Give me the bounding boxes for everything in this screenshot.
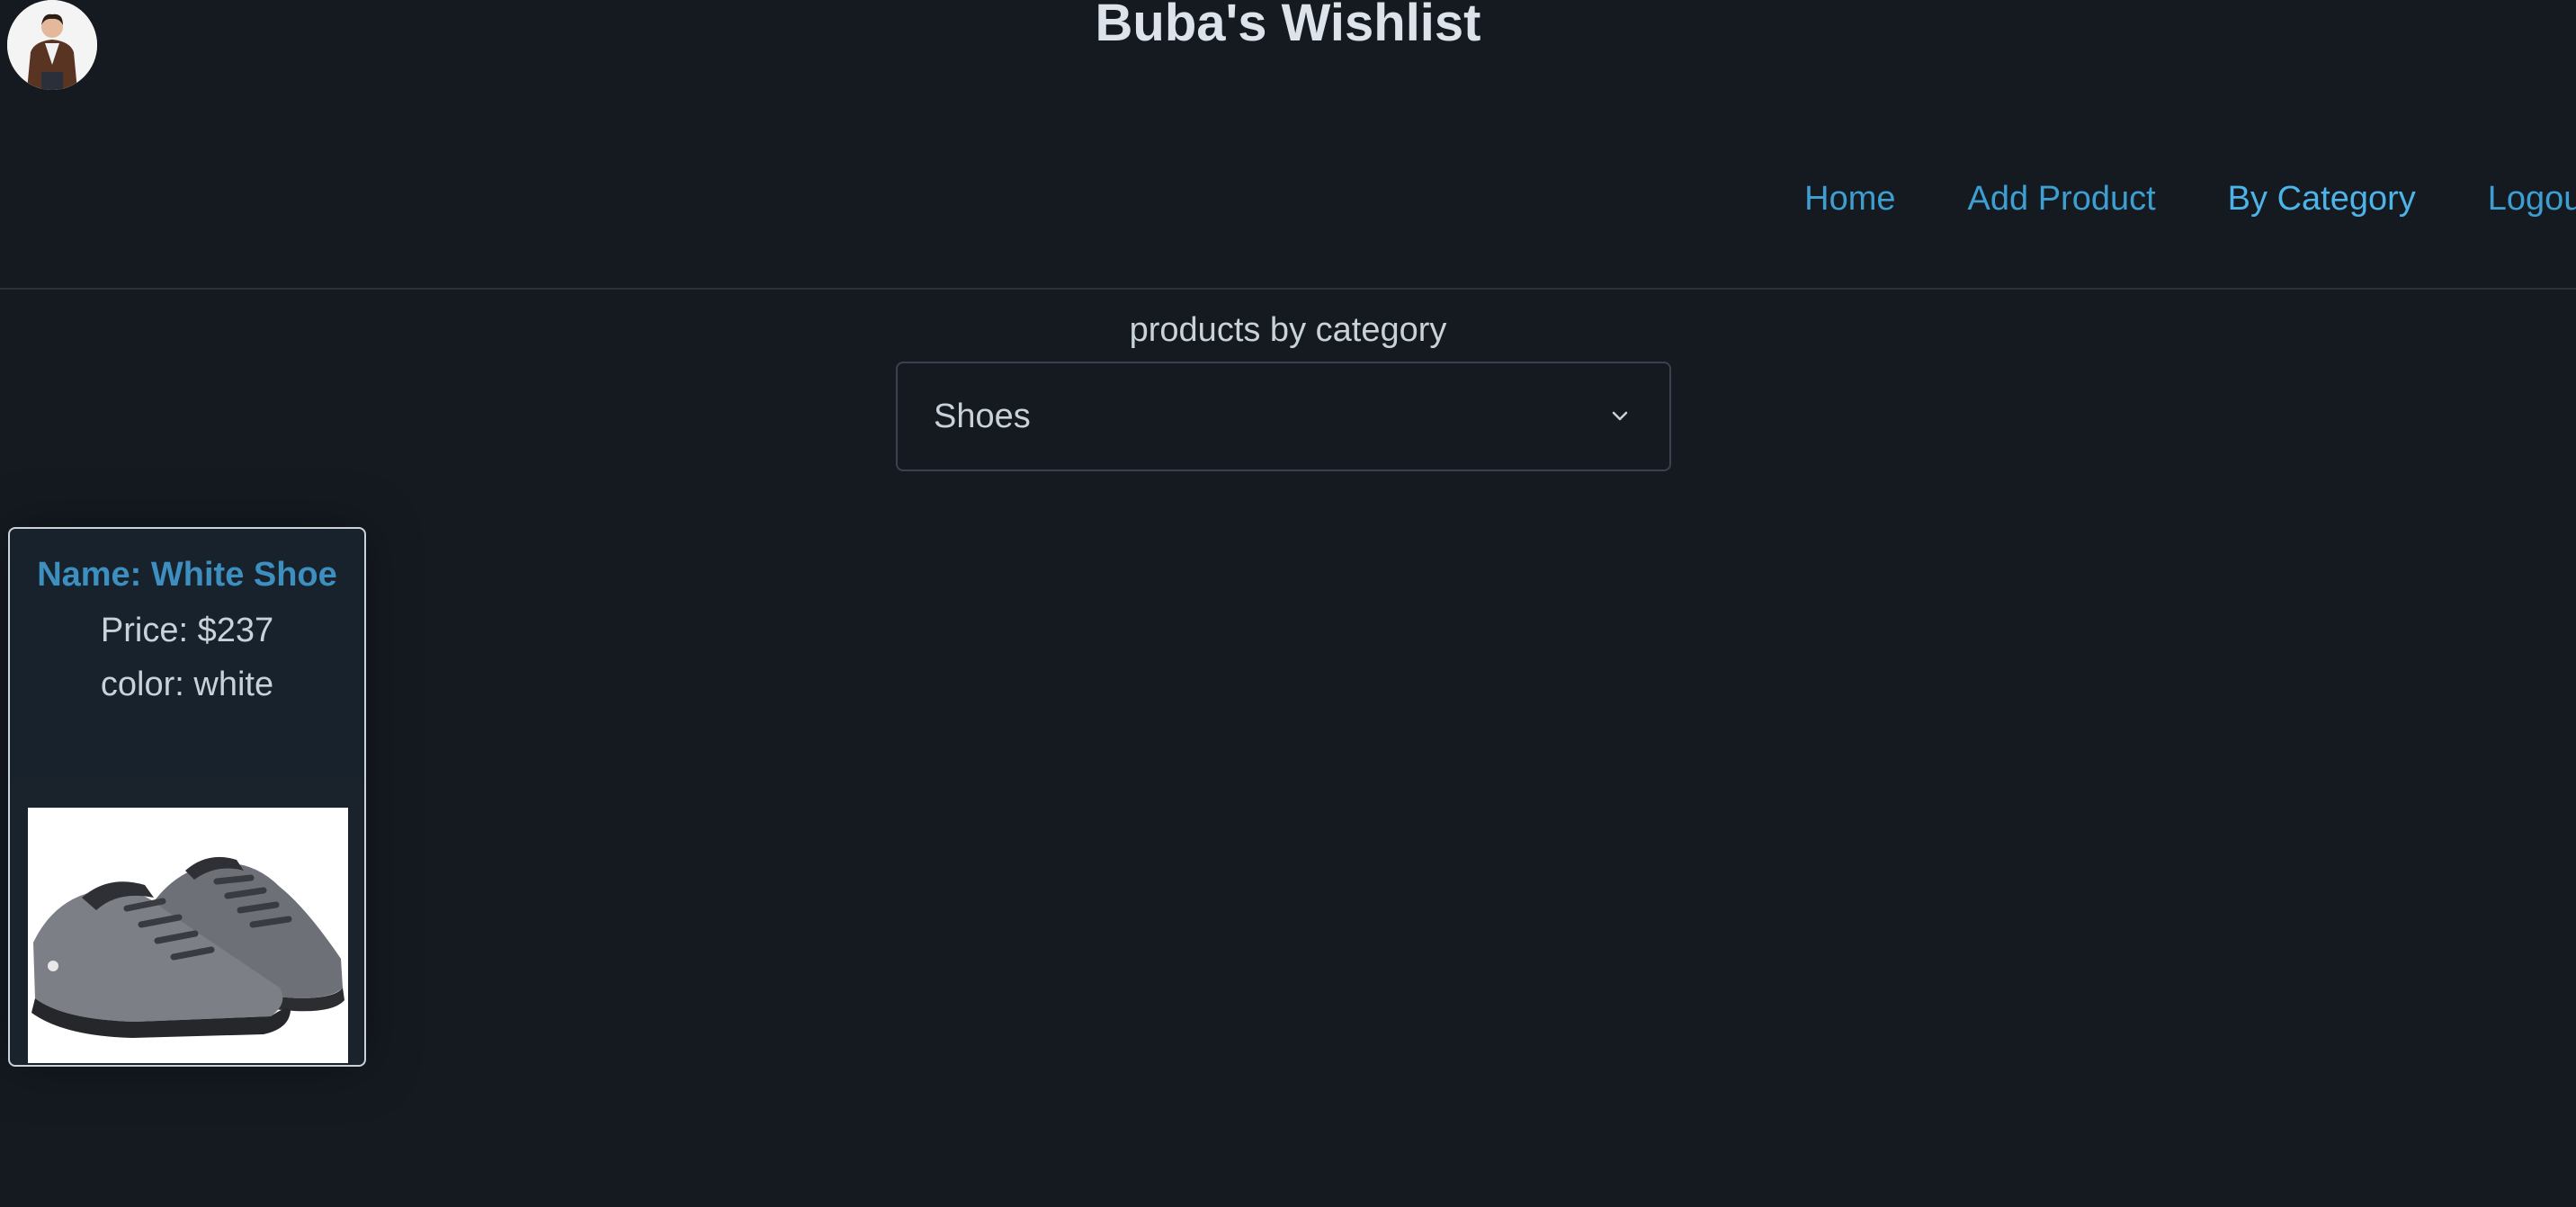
nav-home-link[interactable]: Home (1804, 180, 1895, 219)
main-nav: Home Add Product By Category Logout (1804, 180, 2576, 219)
section-label: products by category (1129, 311, 1447, 349)
sneaker-icon (28, 808, 348, 1063)
product-card[interactable]: Name: White Shoe Price: $237 color: whit… (8, 527, 366, 1067)
nav-logout-link[interactable]: Logout (2488, 180, 2576, 219)
page-title: Buba's Wishlist (1095, 0, 1481, 52)
product-name: Name: White Shoe (37, 556, 337, 594)
nav-by-category-link[interactable]: By Category (2228, 180, 2416, 219)
header-divider (0, 288, 2576, 290)
page: Buba's Wishlist Home Add Product By Cate… (0, 0, 2576, 1207)
product-price: Price: $237 (100, 612, 274, 649)
chevron-down-icon (1612, 411, 1628, 421)
product-color: color: white (100, 666, 274, 703)
product-image (28, 808, 348, 1063)
nav-add-product-link[interactable]: Add Product (1968, 180, 2156, 219)
category-select[interactable]: Shoes (896, 362, 1671, 471)
category-select-value: Shoes (934, 397, 1031, 435)
